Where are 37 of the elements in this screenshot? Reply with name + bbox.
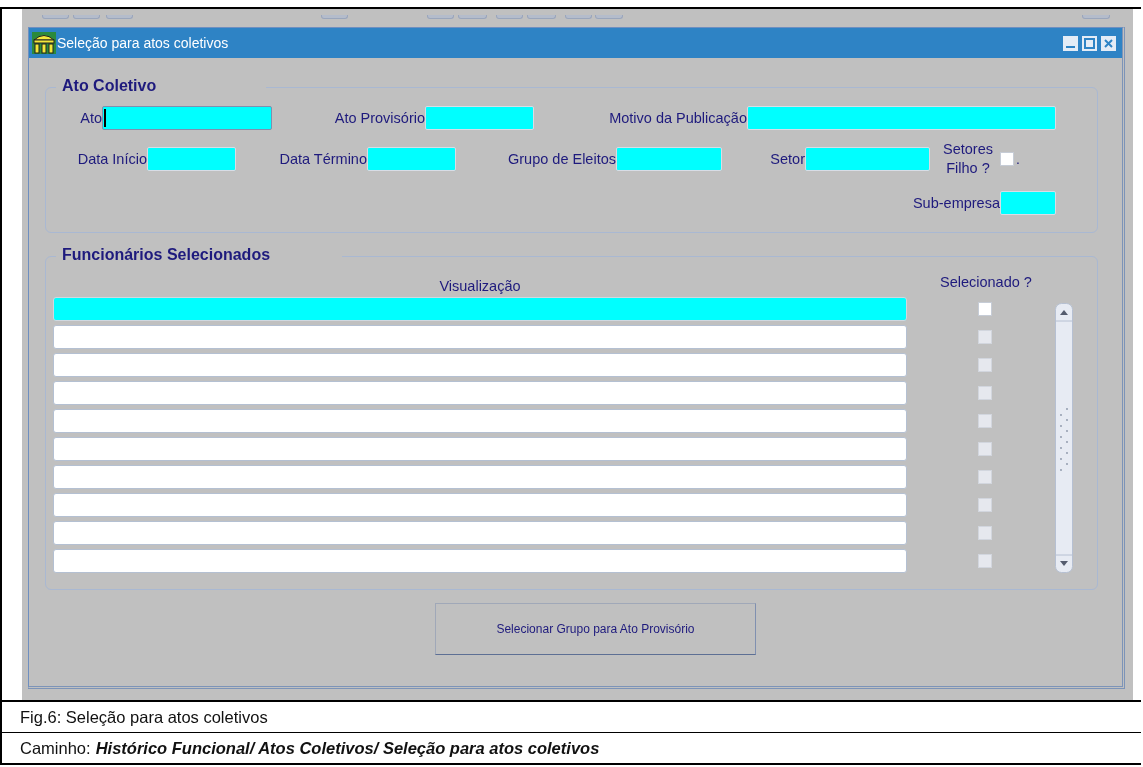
toolbar-button[interactable] bbox=[565, 15, 592, 19]
field-label: Sub-empresa bbox=[911, 195, 1000, 211]
toolbar-button[interactable] bbox=[1082, 15, 1110, 19]
field-label: Setores Filho ? bbox=[942, 140, 994, 178]
dot-mark: . bbox=[1016, 151, 1020, 167]
toolbar-button[interactable] bbox=[42, 15, 69, 19]
figure-caption: Fig.6: Seleção para atos coletivos bbox=[20, 707, 268, 727]
maximize-button[interactable] bbox=[1082, 35, 1097, 51]
window-title: Seleção para atos coletivos bbox=[57, 35, 230, 51]
column-header: Selecionado ? bbox=[940, 274, 1032, 292]
path-label: Caminho: bbox=[20, 738, 91, 758]
scrollbar[interactable] bbox=[1055, 303, 1073, 573]
field-label: Setor bbox=[769, 151, 805, 167]
checkbox[interactable] bbox=[978, 302, 992, 316]
close-button[interactable] bbox=[1101, 35, 1116, 51]
toolbar-button[interactable] bbox=[527, 15, 556, 19]
field-label: Motivo da Publicação bbox=[608, 110, 747, 126]
checkbox[interactable] bbox=[1000, 152, 1014, 166]
field-label: Ato Provisório bbox=[333, 110, 425, 126]
field-label: Grupo de Eleitos bbox=[507, 151, 616, 167]
field-label: Data Término bbox=[278, 151, 367, 167]
toolbar-button[interactable] bbox=[595, 15, 623, 19]
toolbar-button[interactable] bbox=[73, 15, 100, 19]
toolbar-button[interactable] bbox=[496, 15, 523, 19]
minimize-button[interactable] bbox=[1063, 35, 1078, 51]
toolbar-button[interactable] bbox=[106, 15, 133, 19]
input-field[interactable] bbox=[102, 106, 272, 130]
toolbar-button[interactable] bbox=[458, 15, 487, 19]
menu-path: Histórico Funcional/ Atos Coletivos/ Seleção para atos coletivos bbox=[95, 738, 600, 758]
field-label: Data Início bbox=[76, 151, 147, 167]
column-header: Visualização bbox=[438, 278, 522, 295]
field-label: Ato bbox=[79, 110, 102, 126]
toolbar-button[interactable] bbox=[321, 15, 348, 19]
building-icon bbox=[32, 32, 56, 54]
record-field[interactable] bbox=[53, 297, 907, 321]
select-group-button[interactable]: Selecionar Grupo para Ato Provisório bbox=[435, 603, 756, 655]
toolbar-button[interactable] bbox=[427, 15, 454, 19]
